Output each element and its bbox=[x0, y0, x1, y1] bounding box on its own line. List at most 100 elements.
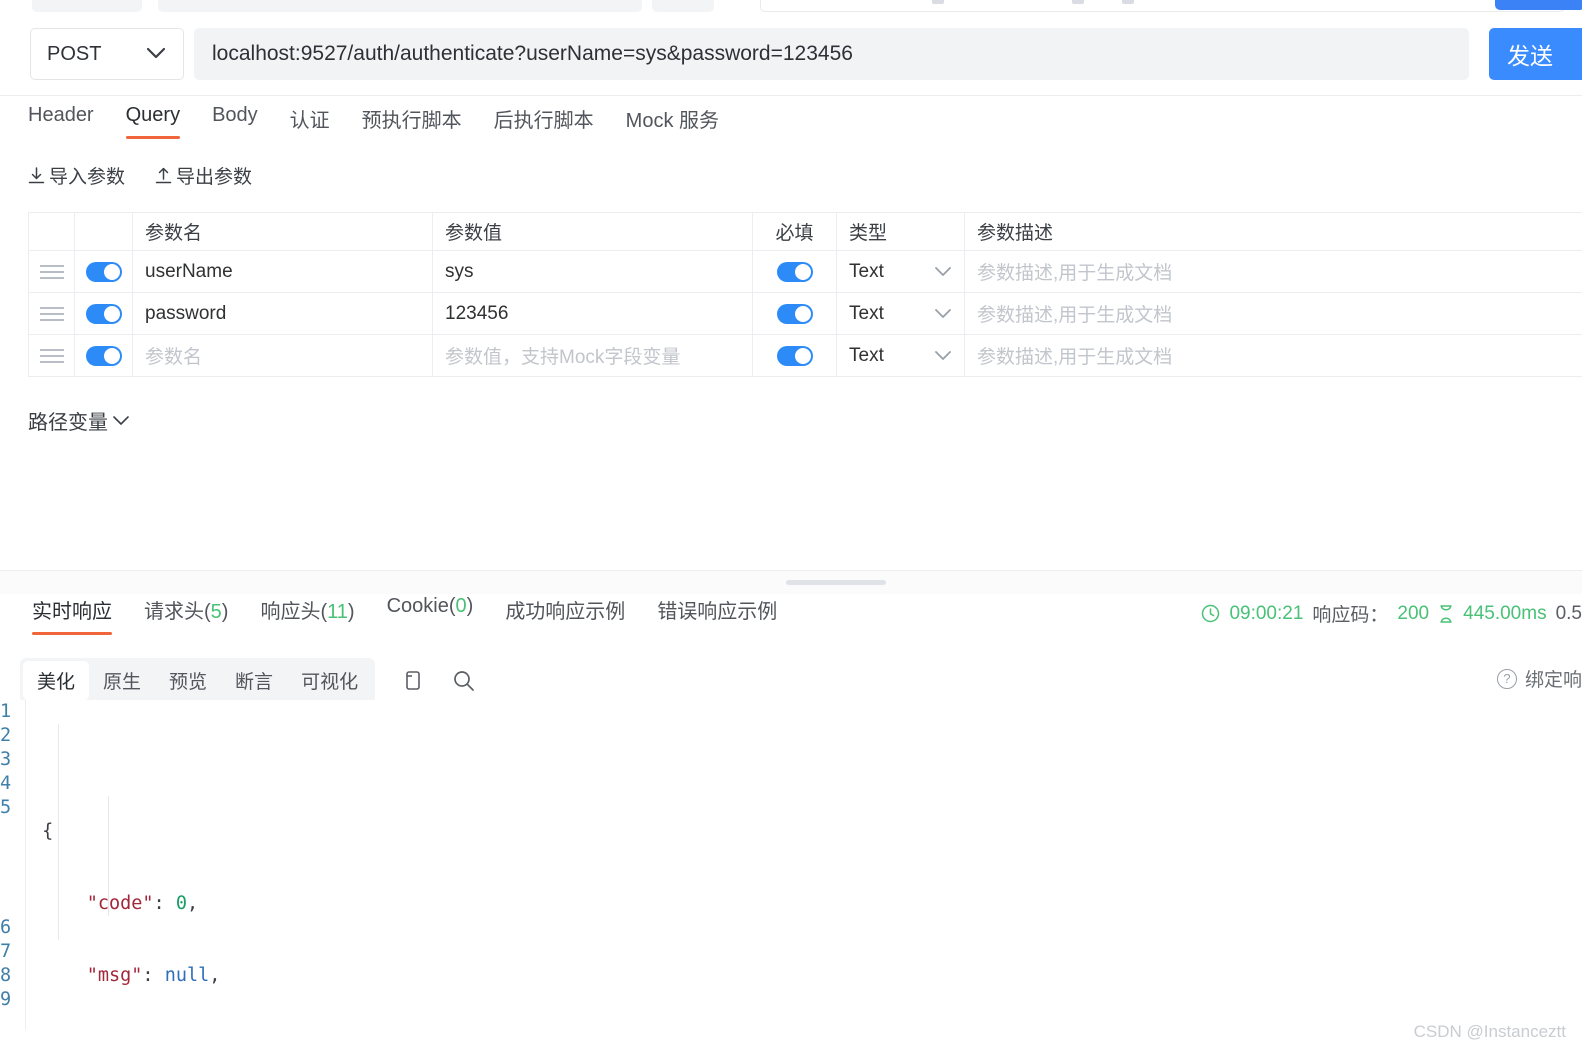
top-chip-3[interactable] bbox=[652, 0, 714, 12]
row-param-name-value: userName bbox=[145, 260, 233, 282]
import-params-button[interactable]: 导入参数 bbox=[28, 162, 125, 189]
row-description-placeholder: 参数描述,用于生成文档 bbox=[977, 347, 1173, 368]
row-param-value-text: 123456 bbox=[445, 302, 509, 324]
row-param-name-input[interactable]: password bbox=[133, 293, 433, 334]
top-mini-icon-1[interactable] bbox=[932, 0, 944, 4]
response-json-viewer[interactable]: 1 2 3 4 5 6 7 8 9 { "code": 0, "msg": nu… bbox=[0, 700, 1582, 1030]
response-duration: 445.00ms bbox=[1463, 602, 1547, 624]
url-text: localhost:9527/auth/authenticate?userNam… bbox=[212, 42, 853, 65]
resp-tab-cookie-label: Cookie bbox=[386, 595, 449, 617]
response-meta: 09:00:21 响应码： 200 445.00ms 0.5 bbox=[1201, 600, 1582, 627]
top-primary-button[interactable] bbox=[1495, 0, 1582, 10]
table-row: 参数名 参数值，支持Mock字段变量 Text 参数描述,用于生成文档 bbox=[29, 335, 1582, 377]
tab-auth[interactable]: 认证 bbox=[274, 100, 346, 145]
tab-mock-service-label: Mock 服务 bbox=[625, 110, 720, 132]
json-code-lines: { "code": 0, "msg": null, "data": { "acc… bbox=[25, 700, 1582, 1030]
row-required-toggle[interactable] bbox=[776, 345, 813, 366]
row-param-name-input[interactable]: userName bbox=[133, 251, 433, 292]
top-search-box[interactable] bbox=[760, 0, 1565, 12]
tab-post-script[interactable]: 后执行脚本 bbox=[478, 100, 610, 145]
copy-icon[interactable] bbox=[397, 666, 427, 696]
row-drag-handle[interactable] bbox=[29, 335, 75, 376]
resp-tab-response-headers[interactable]: 响应头(11) bbox=[244, 592, 370, 635]
drag-handle-icon[interactable] bbox=[39, 348, 64, 363]
tab-query[interactable]: Query bbox=[110, 100, 196, 139]
row-type-value: Text bbox=[849, 302, 884, 324]
top-chip-1[interactable] bbox=[32, 0, 142, 12]
th-description: 参数描述 bbox=[977, 223, 1054, 244]
row-param-value-input[interactable]: sys bbox=[433, 251, 753, 292]
row-description-input[interactable]: 参数描述,用于生成文档 bbox=[965, 335, 1582, 376]
row-type-select[interactable]: Text bbox=[837, 293, 965, 334]
resp-tab-cookie-count: 0 bbox=[455, 595, 467, 617]
drag-handle-icon[interactable] bbox=[39, 264, 64, 279]
viewer-tab-assert[interactable]: 断言 bbox=[221, 661, 287, 700]
tab-header-label: Header bbox=[28, 104, 94, 126]
row-description-input[interactable]: 参数描述,用于生成文档 bbox=[965, 293, 1582, 334]
send-button[interactable]: 发送 bbox=[1489, 28, 1582, 80]
row-description-placeholder: 参数描述,用于生成文档 bbox=[977, 263, 1173, 284]
drag-handle-icon[interactable] bbox=[39, 306, 64, 321]
resp-tab-realtime[interactable]: 实时响应 bbox=[16, 592, 128, 635]
viewer-tab-preview[interactable]: 预览 bbox=[155, 661, 221, 700]
row-param-value-text: sys bbox=[445, 260, 474, 282]
url-input[interactable]: localhost:9527/auth/authenticate?userNam… bbox=[194, 28, 1469, 80]
export-params-button[interactable]: 导出参数 bbox=[155, 162, 252, 189]
row-drag-handle[interactable] bbox=[29, 293, 75, 334]
resp-tab-realtime-label: 实时响应 bbox=[32, 601, 112, 623]
row-param-value-input[interactable]: 参数值，支持Mock字段变量 bbox=[433, 335, 753, 376]
bind-response-button[interactable]: ? 绑定响 bbox=[1496, 665, 1582, 692]
hourglass-icon bbox=[1438, 604, 1454, 624]
search-icon[interactable] bbox=[449, 666, 479, 696]
row-description-input[interactable]: 参数描述,用于生成文档 bbox=[965, 251, 1582, 292]
row-param-name-input[interactable]: 参数名 bbox=[133, 335, 433, 376]
tab-mock-service[interactable]: Mock 服务 bbox=[610, 100, 735, 145]
status-code-value: 200 bbox=[1397, 602, 1430, 624]
row-type-select[interactable]: Text bbox=[837, 335, 965, 376]
export-params-label: 导出参数 bbox=[176, 167, 253, 188]
row-required-toggle[interactable] bbox=[776, 261, 813, 282]
import-params-label: 导入参数 bbox=[49, 167, 126, 188]
viewer-tab-preview-label: 预览 bbox=[169, 672, 208, 693]
row-type-select[interactable]: Text bbox=[837, 251, 965, 292]
response-size: 0.5 bbox=[1555, 602, 1582, 624]
resp-tab-request-headers[interactable]: 请求头(5) bbox=[128, 592, 244, 635]
top-mini-icon-3[interactable] bbox=[1122, 0, 1134, 4]
tab-body[interactable]: Body bbox=[196, 100, 274, 139]
row-drag-handle[interactable] bbox=[29, 251, 75, 292]
resp-tab-success-example[interactable]: 成功响应示例 bbox=[489, 592, 641, 635]
line-number: 2 bbox=[0, 725, 12, 746]
row-enabled-toggle[interactable] bbox=[85, 345, 122, 366]
resp-tab-cookie[interactable]: Cookie(0) bbox=[371, 592, 490, 629]
row-enabled-toggle[interactable] bbox=[85, 303, 122, 324]
resp-tab-error-example[interactable]: 错误响应示例 bbox=[641, 592, 793, 635]
tab-pre-script[interactable]: 预执行脚本 bbox=[346, 100, 478, 145]
tab-header[interactable]: Header bbox=[28, 100, 110, 139]
viewer-tab-visualize[interactable]: 可视化 bbox=[287, 661, 372, 700]
viewer-tab-beautify[interactable]: 美化 bbox=[23, 661, 90, 700]
tab-auth-label: 认证 bbox=[289, 110, 330, 132]
th-enabled bbox=[75, 213, 133, 250]
chevron-down-icon bbox=[934, 262, 952, 282]
path-variable-label: 路径变量 bbox=[28, 412, 108, 434]
splitter-grip[interactable] bbox=[786, 580, 886, 585]
top-mini-icon-2[interactable] bbox=[1072, 0, 1084, 4]
chevron-down-icon bbox=[934, 304, 952, 324]
http-method-select[interactable]: POST bbox=[30, 28, 184, 80]
request-tabs: Header Query Body 认证 预执行脚本 后执行脚本 Mock 服务 bbox=[0, 100, 1582, 152]
query-params-table: 参数名 参数值 必填 类型 参数描述 userName sys Text 参数描… bbox=[28, 212, 1582, 377]
viewer-tab-beautify-label: 美化 bbox=[37, 672, 76, 693]
row-param-name-placeholder: 参数名 bbox=[145, 347, 203, 368]
path-variable-toggle[interactable]: 路径变量 bbox=[28, 406, 131, 435]
upload-icon bbox=[155, 167, 172, 185]
line-number: 8 bbox=[0, 965, 12, 986]
viewer-tab-raw[interactable]: 原生 bbox=[89, 661, 155, 700]
viewer-tab-assert-label: 断言 bbox=[235, 672, 274, 693]
row-enabled-toggle[interactable] bbox=[85, 261, 122, 282]
chevron-down-icon bbox=[145, 43, 167, 66]
table-row: userName sys Text 参数描述,用于生成文档 bbox=[29, 251, 1582, 293]
top-chip-2[interactable] bbox=[158, 0, 642, 12]
row-required-toggle[interactable] bbox=[776, 303, 813, 324]
row-param-value-input[interactable]: 123456 bbox=[433, 293, 753, 334]
download-icon bbox=[28, 166, 45, 185]
